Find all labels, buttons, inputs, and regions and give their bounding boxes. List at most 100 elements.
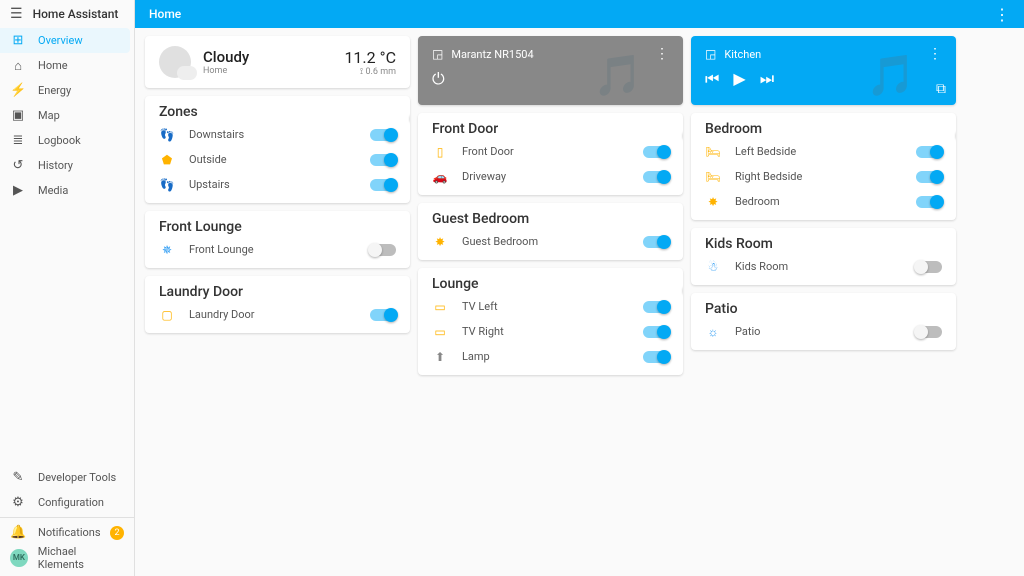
entity-row[interactable]: ⬆ Lamp [418, 344, 683, 369]
entity-row[interactable]: 🚗 Driveway [418, 164, 683, 189]
entity-row[interactable]: 👣 Downstairs [145, 122, 410, 147]
weather-condition: Cloudy [203, 48, 344, 66]
overflow-menu-icon[interactable]: ⋮ [928, 46, 942, 62]
card-title: Zones [159, 104, 198, 120]
sidebar-item-map[interactable]: ▣Map [0, 103, 134, 128]
toggle-switch[interactable] [916, 261, 942, 273]
entity-name: Downstairs [189, 128, 370, 141]
menu-icon[interactable]: ☰ [10, 6, 23, 22]
toggle-switch[interactable] [370, 244, 396, 256]
entities-card: Patio ☼ Patio [691, 293, 956, 350]
sidebar-bottom: ✎ Developer Tools ⚙ Configuration 🔔 Noti… [0, 459, 134, 576]
dashboard: Cloudy Home 11.2 °C ⟟ 0.6 mm Zones 👣 Dow… [135, 28, 1024, 576]
sidebar-item-media[interactable]: ▶ Media [0, 178, 134, 203]
toggle-switch[interactable] [916, 196, 942, 208]
toggle-switch[interactable] [916, 326, 942, 338]
entity-icon: 🚗 [432, 170, 448, 184]
entity-name: Laundry Door [189, 308, 370, 321]
entity-row[interactable]: ✸ Bedroom [691, 189, 956, 214]
sidebar-item-devtools[interactable]: ✎ Developer Tools [0, 465, 134, 490]
power-icon[interactable]: ⏻ [432, 69, 445, 89]
cloud-icon [159, 46, 191, 78]
overflow-menu-icon[interactable]: ⋮ [994, 5, 1010, 24]
entity-icon: ⬟ [159, 153, 175, 167]
picture-in-picture-icon[interactable]: ⧉ [936, 81, 946, 97]
sidebar-item-overview[interactable]: ⊞Overview [0, 28, 130, 53]
toggle-switch[interactable] [643, 236, 669, 248]
entity-icon: ☼ [705, 325, 721, 339]
card-title: Front Lounge [159, 219, 242, 235]
column-3: ◲ Kitchen ⋮ 🎵 ⧉ ⏮ ▶ ⏭ Bedroom 🛏 Left Bed… [691, 36, 956, 350]
sidebar-item-energy[interactable]: ⚡Energy [0, 78, 134, 103]
entity-row[interactable]: ▯ Front Door [418, 139, 683, 164]
nav-icon: ↺ [10, 158, 26, 173]
entity-icon: 👣 [159, 178, 175, 192]
entity-name: Left Bedside [735, 145, 916, 158]
toggle-switch[interactable] [370, 179, 396, 191]
sidebar-item-label: Developer Tools [38, 471, 116, 484]
entities-card: Zones 👣 Downstairs ⬟ Outside 👣 Upstairs [145, 96, 410, 203]
card-title: Kids Room [705, 236, 773, 252]
sidebar-item-label: Media [38, 184, 68, 197]
media-name: Kitchen [724, 48, 761, 61]
weather-location: Home [203, 66, 344, 76]
entity-name: Right Bedside [735, 170, 916, 183]
entity-name: Bedroom [735, 195, 916, 208]
toggle-switch[interactable] [370, 129, 396, 141]
nav-icon: ▶ [10, 183, 26, 198]
sidebar-item-history[interactable]: ↺History [0, 153, 134, 178]
entity-row[interactable]: ☼ Patio [691, 319, 956, 344]
entity-icon: ▭ [432, 300, 448, 314]
prev-track-icon[interactable]: ⏮ [705, 69, 719, 89]
toggle-switch[interactable] [370, 309, 396, 321]
weather-precip: ⟟ 0.6 mm [344, 67, 396, 77]
entity-row[interactable]: ▢ Laundry Door [145, 302, 410, 327]
toggle-switch[interactable] [643, 301, 669, 313]
toggle-switch[interactable] [643, 146, 669, 158]
card-title: Bedroom [705, 121, 762, 137]
entity-name: Upstairs [189, 178, 370, 191]
sidebar-item-notifications[interactable]: 🔔 Notifications 2 [0, 520, 134, 545]
page-title: Home [149, 7, 181, 21]
entity-row[interactable]: ✸ Guest Bedroom [418, 229, 683, 254]
main: Home ⋮ Cloudy Home 11.2 °C ⟟ 0.6 mm Zone… [135, 0, 1024, 576]
play-icon[interactable]: ▶ [733, 69, 745, 88]
entity-name: Lamp [462, 350, 643, 363]
toggle-switch[interactable] [370, 154, 396, 166]
entity-row[interactable]: ✵ Front Lounge [145, 237, 410, 262]
sidebar-nav: ⊞Overview⌂Home⚡Energy▣Map≣Logbook↺Histor… [0, 28, 134, 459]
notification-badge: 2 [110, 526, 124, 540]
entity-row[interactable]: ▭ TV Left [418, 294, 683, 319]
sidebar-item-logbook[interactable]: ≣Logbook [0, 128, 134, 153]
nav-icon: ⊞ [10, 33, 26, 48]
sidebar-item-home[interactable]: ⌂Home [0, 53, 134, 78]
entity-icon: ✵ [159, 243, 175, 257]
entity-row[interactable]: ▭ TV Right [418, 319, 683, 344]
weather-temp: 11.2 °C [344, 48, 396, 67]
bell-icon: 🔔 [10, 525, 26, 540]
toggle-switch[interactable] [916, 146, 942, 158]
entity-row[interactable]: 👣 Upstairs [145, 172, 410, 197]
sidebar-item-label: Home [38, 59, 68, 72]
sidebar-item-user[interactable]: MK Michael Klements [0, 545, 134, 570]
entity-row[interactable]: ⬟ Outside [145, 147, 410, 172]
toggle-switch[interactable] [643, 351, 669, 363]
card-header: Guest Bedroom [418, 203, 683, 229]
entity-icon: ☃ [705, 260, 721, 274]
weather-card[interactable]: Cloudy Home 11.2 °C ⟟ 0.6 mm [145, 36, 410, 88]
entity-row[interactable]: 🛏 Left Bedside [691, 139, 956, 164]
entity-row[interactable]: ☃ Kids Room [691, 254, 956, 279]
toggle-switch[interactable] [643, 326, 669, 338]
entity-icon: ▢ [159, 308, 175, 322]
overflow-menu-icon[interactable]: ⋮ [655, 46, 669, 62]
entity-icon: ✸ [705, 195, 721, 209]
card-title: Front Door [432, 121, 498, 137]
toggle-switch[interactable] [643, 171, 669, 183]
next-track-icon[interactable]: ⏭ [760, 69, 774, 89]
card-title: Laundry Door [159, 284, 243, 300]
entity-row[interactable]: 🛏 Right Bedside [691, 164, 956, 189]
sidebar-item-configuration[interactable]: ⚙ Configuration [0, 490, 134, 515]
card-title: Guest Bedroom [432, 211, 529, 227]
card-header: Zones [145, 96, 410, 122]
toggle-switch[interactable] [916, 171, 942, 183]
